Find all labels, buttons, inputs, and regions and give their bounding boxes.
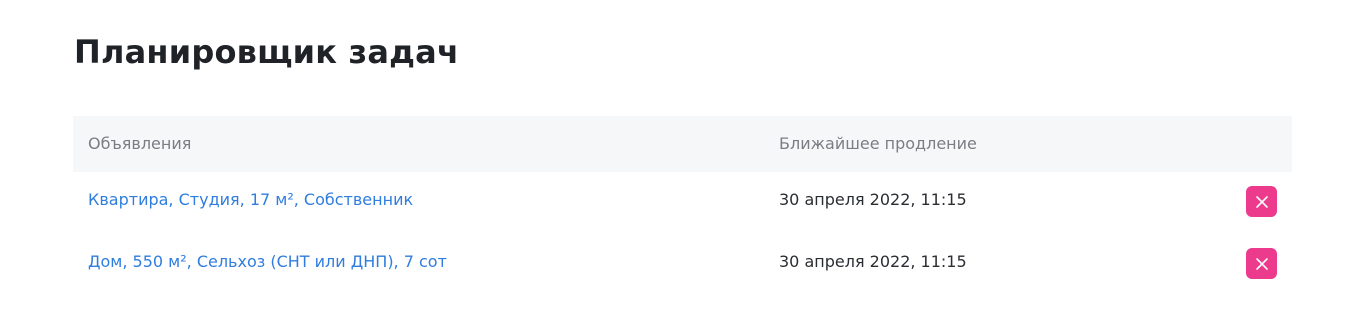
table-header: Объявления Ближайшее продление	[73, 116, 1292, 172]
ad-link[interactable]: Дом, 550 м², Сельхоз (СНТ или ДНП), 7 со…	[88, 234, 447, 290]
close-icon	[1255, 257, 1268, 270]
column-header-ads: Объявления	[88, 134, 192, 153]
delete-button[interactable]	[1246, 186, 1277, 217]
table-row: Дом, 550 м², Сельхоз (СНТ или ДНП), 7 со…	[73, 234, 1292, 296]
delete-button[interactable]	[1246, 248, 1277, 279]
renewal-date: 30 апреля 2022, 11:15	[779, 190, 967, 209]
close-icon	[1255, 195, 1268, 208]
column-header-next-renewal: Ближайшее продление	[779, 134, 977, 153]
renewal-date: 30 апреля 2022, 11:15	[779, 252, 967, 271]
ad-link[interactable]: Квартира, Студия, 17 м², Собственник	[88, 172, 413, 228]
page-title: Планировщик задач	[74, 33, 460, 71]
table-row: Квартира, Студия, 17 м², Собственник 30 …	[73, 172, 1292, 234]
scheduler-table: Объявления Ближайшее продление Квартира,…	[73, 116, 1292, 296]
task-scheduler-page: Планировщик задач Объявления Ближайшее п…	[0, 0, 1364, 325]
